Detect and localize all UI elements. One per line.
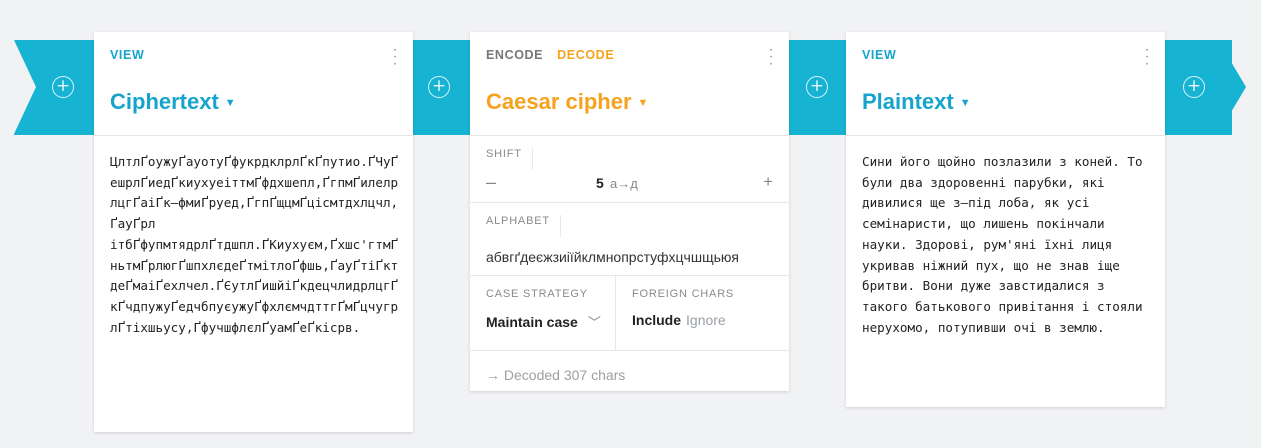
caret-down-icon: ▼ xyxy=(637,97,649,110)
card-tabs: VIEW xyxy=(862,48,906,62)
more-menu-icon[interactable]: · · · xyxy=(389,42,401,72)
status-message: → Decoded 307 chars xyxy=(470,351,789,399)
caret-down-icon: ▼ xyxy=(224,97,236,110)
strategy-section: CASE STRATEGY Maintain case ﹀ FOREIGN CHA… xyxy=(470,276,789,351)
pipeline-start-notch xyxy=(14,40,36,134)
shift-mapping: а→д xyxy=(610,176,638,191)
card-tabs: ENCODE DECODE xyxy=(486,48,624,62)
plaintext-content[interactable]: Сини його щойно позлазили з коней. То бу… xyxy=(846,136,1165,352)
status-text: Decoded 307 chars xyxy=(503,367,626,383)
add-operation-icon[interactable]: + xyxy=(428,76,450,98)
foreign-chars-field: FOREIGN CHARS Include Ignore xyxy=(615,276,760,350)
plaintext-card: VIEW · · · Plaintext ▼ Сини його щойно позл… xyxy=(846,32,1165,407)
caesar-cipher-card: ENCODE DECODE · · · Caesar cipher ▼ SHIFT –… xyxy=(470,32,789,391)
card-title-label: Plaintext xyxy=(862,89,954,114)
shift-section: SHIFT – 5 а→д + xyxy=(470,136,789,203)
alphabet-field[interactable]: абвгґдеєжзиіїйклмнопрстуфхцчшщьюя xyxy=(470,237,789,275)
card-title[interactable]: Ciphertext ▼ xyxy=(110,89,236,115)
case-strategy-label: CASE STRATEGY xyxy=(486,288,588,300)
case-strategy-value: Maintain case xyxy=(486,314,578,330)
pipeline-end-arrow xyxy=(1218,40,1246,134)
card-title-label: Caesar cipher xyxy=(486,89,632,114)
tab-encode[interactable]: ENCODE xyxy=(486,48,543,62)
add-operation-icon[interactable]: + xyxy=(1183,76,1205,98)
card-header: VIEW · · · Ciphertext ▼ xyxy=(94,32,413,136)
more-menu-icon[interactable]: · · · xyxy=(765,42,777,72)
card-header: ENCODE DECODE · · · Caesar cipher ▼ xyxy=(470,32,789,136)
alphabet-label: ALPHABET xyxy=(486,215,561,237)
plus-icon[interactable]: + xyxy=(763,172,773,192)
add-operation-icon[interactable]: + xyxy=(806,76,828,98)
card-header: VIEW · · · Plaintext ▼ xyxy=(846,32,1165,136)
foreign-ignore-option[interactable]: Ignore xyxy=(686,312,726,328)
foreign-chars-label: FOREIGN CHARS xyxy=(632,288,735,300)
tab-view[interactable]: VIEW xyxy=(110,48,144,62)
card-tabs: VIEW xyxy=(110,48,154,62)
alphabet-section: ALPHABET абвгґдеєжзиіїйклмнопрстуфхцчшщь… xyxy=(470,203,789,276)
shift-label: SHIFT xyxy=(486,148,533,170)
case-strategy-select[interactable]: Maintain case ﹀ xyxy=(470,300,615,331)
shift-value[interactable]: 5 xyxy=(596,175,604,191)
minus-icon[interactable]: – xyxy=(486,172,496,193)
add-operation-icon[interactable]: + xyxy=(52,76,74,98)
tab-view[interactable]: VIEW xyxy=(862,48,896,62)
chevron-down-icon: ﹀ xyxy=(587,315,601,330)
foreign-include-option[interactable]: Include xyxy=(632,312,681,328)
card-title-label: Ciphertext xyxy=(110,89,219,114)
card-title[interactable]: Plaintext ▼ xyxy=(862,89,971,115)
card-title[interactable]: Caesar cipher ▼ xyxy=(486,89,648,115)
arrow-right-icon: → xyxy=(486,367,500,383)
tab-decode[interactable]: DECODE xyxy=(557,48,614,62)
case-strategy-field: CASE STRATEGY Maintain case ﹀ xyxy=(470,276,615,350)
ciphertext-content[interactable]: ЦлтлҐоужуҐауотуҐфукрдклрлҐкҐпутио.ҐЧуҐеш… xyxy=(94,136,413,352)
caret-down-icon: ▼ xyxy=(959,97,971,110)
ciphertext-card: VIEW · · · Ciphertext ▼ ЦлтлҐоужуҐауотуҐфук… xyxy=(94,32,413,432)
shift-stepper[interactable]: – 5 а→д + xyxy=(470,170,789,202)
more-menu-icon[interactable]: · · · xyxy=(1141,42,1153,72)
